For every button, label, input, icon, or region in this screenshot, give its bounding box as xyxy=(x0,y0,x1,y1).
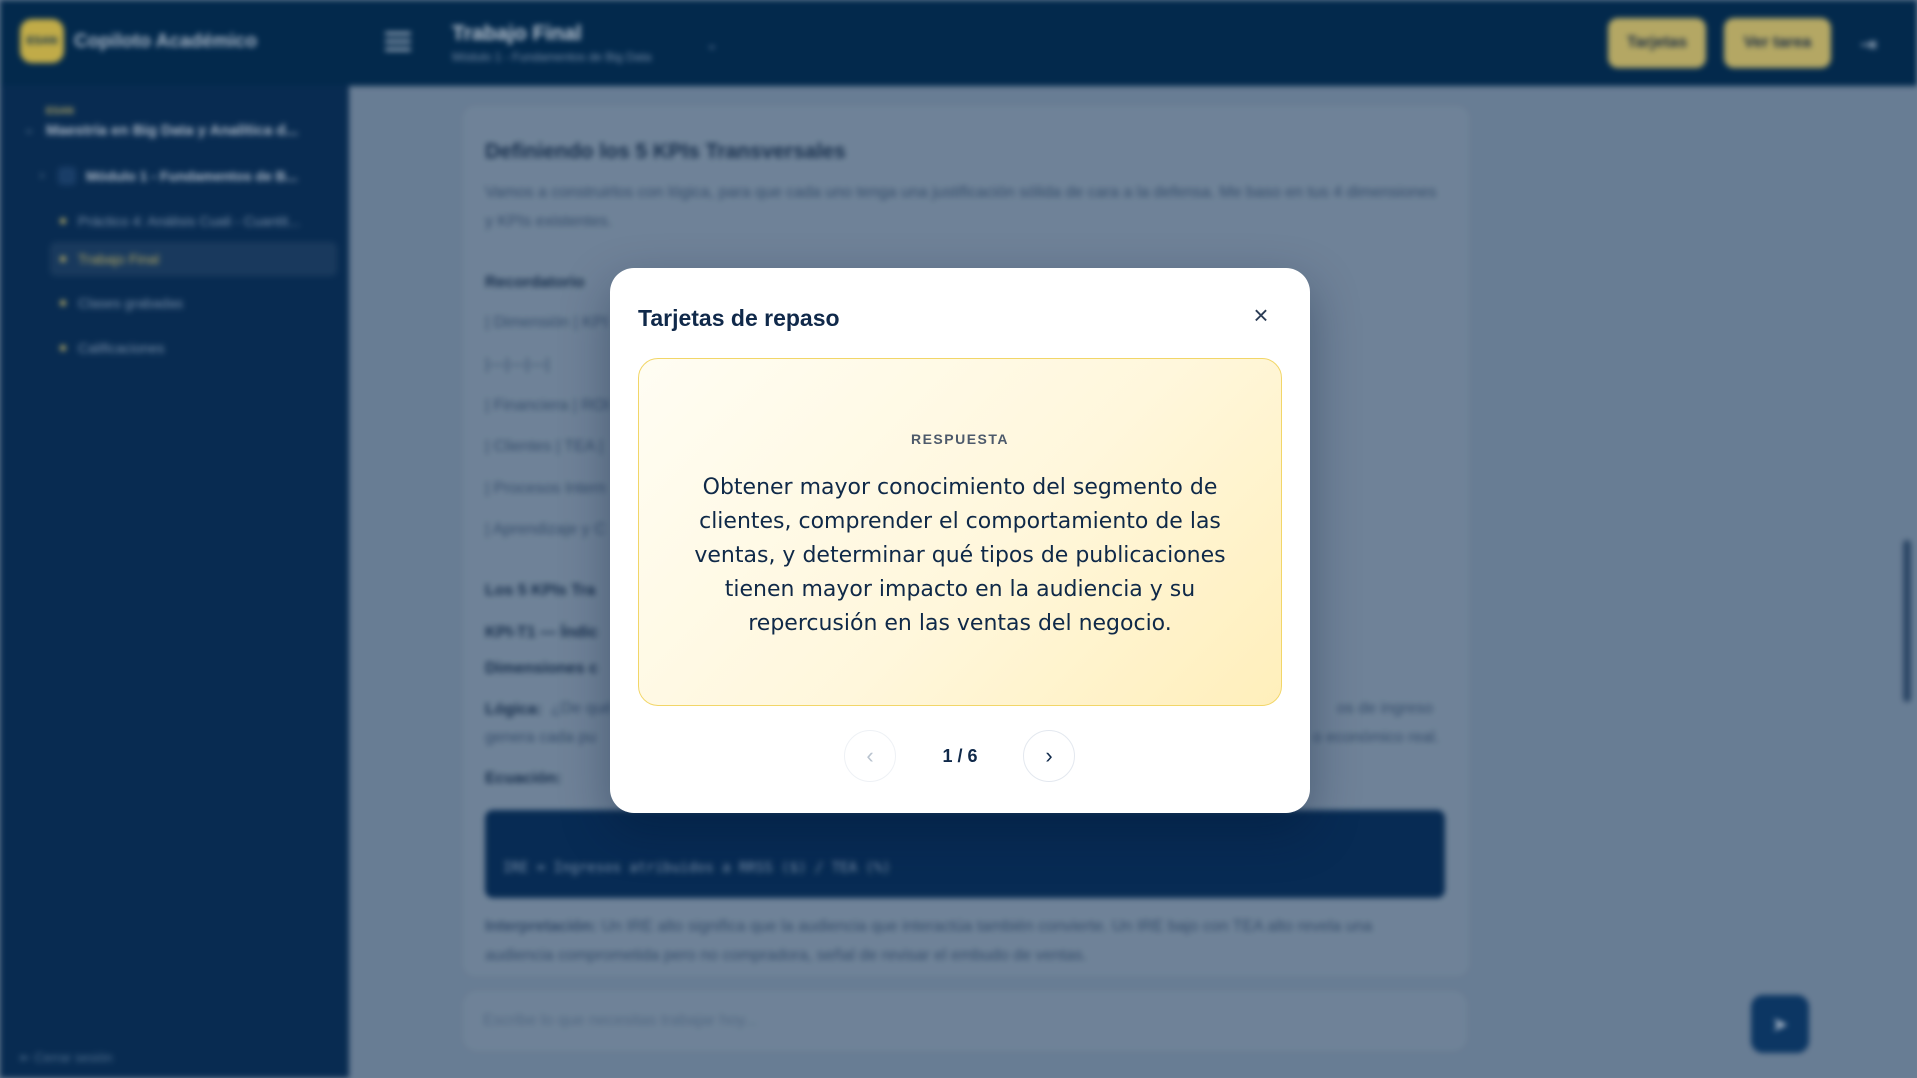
modal-title: Tarjetas de repaso xyxy=(638,305,840,331)
flashcard[interactable]: RESPUESTA Obtener mayor conocimiento del… xyxy=(638,358,1282,706)
flashcards-modal: Tarjetas de repaso × RESPUESTA Obtener m… xyxy=(610,268,1310,813)
card-answer-text: Obtener mayor conocimiento del segmento … xyxy=(694,475,1226,636)
card-side-label: RESPUESTA xyxy=(910,431,1010,447)
card-counter: 1 / 6 xyxy=(942,746,978,766)
chevron-right-icon: › xyxy=(1045,743,1053,768)
chevron-left-icon: ‹ xyxy=(866,743,874,768)
next-card-button[interactable]: › xyxy=(1023,730,1075,782)
previous-card-button[interactable]: ‹ xyxy=(844,730,896,782)
close-button[interactable]: × xyxy=(1246,300,1276,330)
close-icon: × xyxy=(1253,299,1269,330)
